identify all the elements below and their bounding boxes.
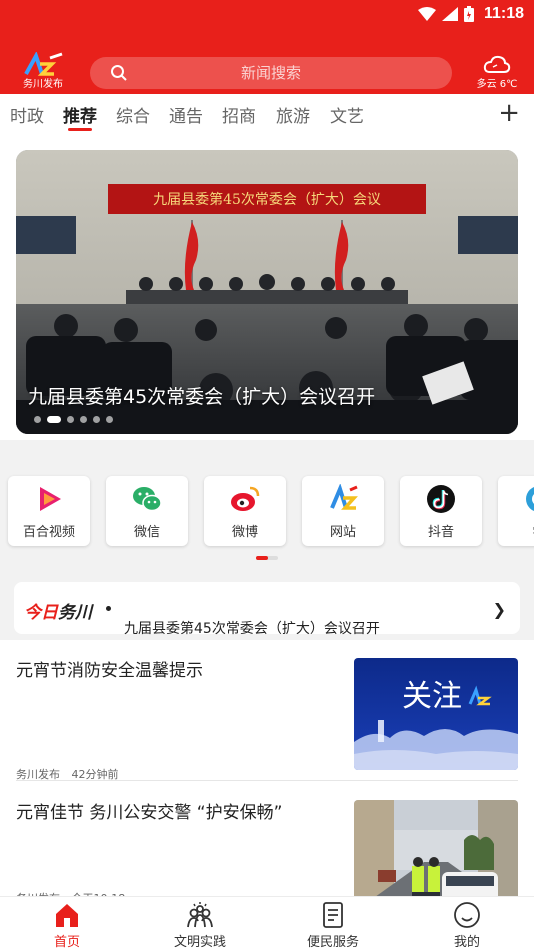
profile-icon: [454, 902, 480, 928]
shortcut-label: 百合视频: [22, 525, 75, 540]
shortcut-label: 抖音: [427, 525, 454, 540]
tab-notice[interactable]: 通告: [169, 102, 203, 127]
shortcut-douyin[interactable]: 抖音: [400, 476, 482, 546]
study-icon: [526, 487, 534, 511]
shortcut-lily-video[interactable]: 百合视频: [8, 476, 90, 546]
service-icon: [323, 902, 343, 928]
app-logo[interactable]: 务川发布: [20, 51, 66, 92]
news-title: 元宵节消防安全温馨提示: [16, 661, 203, 681]
battery-icon: [463, 6, 474, 22]
status-bar: 11:18: [417, 4, 524, 24]
signal-icon: [441, 7, 458, 21]
carousel-dot[interactable]: [80, 416, 87, 423]
wifi-icon: [417, 7, 436, 21]
nav-label: 首页: [53, 935, 80, 950]
tab-politics[interactable]: 时政: [10, 102, 44, 127]
bottom-nav: 首页 文明实践 便民服务 我的: [0, 896, 534, 950]
carousel-dot[interactable]: [106, 416, 113, 423]
carousel-dot[interactable]: [93, 416, 100, 423]
chevron-right-icon[interactable]: ❯: [493, 600, 506, 619]
news-item[interactable]: 元宵佳节 务川公安交警 “护安保畅” 务川发布 今天10:18: [16, 798, 518, 912]
news-thumbnail-image: 关注: [354, 658, 518, 770]
today-logo: 今日务川: [24, 598, 92, 623]
banner-section: 九届县委第45次常委会（扩大）会议 九届县委第45次常委会（扩大）会议召开: [0, 136, 534, 440]
shortcut-website[interactable]: 网站: [302, 476, 384, 546]
website-icon: [330, 484, 358, 510]
weibo-icon: [231, 486, 260, 511]
news-thumbnail: 关注: [354, 658, 518, 770]
bullet-dot: [106, 606, 111, 611]
tab-general[interactable]: 综合: [116, 102, 150, 127]
search-placeholder: 新闻搜索: [240, 64, 301, 82]
shortcut-weibo[interactable]: 微博: [204, 476, 286, 546]
search-bar[interactable]: 新闻搜索: [90, 57, 452, 89]
thumbnail-text: 关注: [402, 679, 462, 714]
shortcut-wechat[interactable]: 微信: [106, 476, 188, 546]
nav-civilization[interactable]: 文明实践: [133, 897, 267, 950]
shortcut-page-indicator: [256, 556, 278, 560]
tab-culture[interactable]: 文艺: [330, 102, 364, 127]
douyin-icon: [427, 485, 455, 513]
news-item[interactable]: 元宵节消防安全温馨提示 务川发布 42分钟前 关注: [16, 656, 518, 781]
nav-label: 我的: [453, 935, 480, 950]
cloud-icon: [483, 55, 511, 73]
category-tabs: 时政 推荐 综合 通告 招商 旅游 文艺 +: [0, 94, 534, 136]
news-divider: [16, 780, 518, 781]
today-logo-black: 务川: [58, 603, 92, 623]
tab-tourism[interactable]: 旅游: [276, 102, 310, 127]
app-screen: 11:18 务川发布 新闻搜索 多云 6℃ 时政 推荐 综合 通告 招商 旅游 …: [0, 0, 534, 950]
civilization-icon: [187, 902, 213, 928]
carousel-dot[interactable]: [67, 416, 74, 423]
carousel-dots: [34, 416, 113, 423]
banner-caption: 九届县委第45次常委会（扩大）会议召开: [28, 386, 376, 408]
status-time: 11:18: [483, 5, 524, 22]
nav-label: 便民服务: [306, 935, 359, 950]
home-icon: [56, 904, 78, 927]
today-headline: 九届县委第45次常委会（扩大）会议召开: [124, 621, 380, 637]
shortcut-label: 学: [498, 521, 534, 540]
weather-text: 多云 6℃: [476, 79, 518, 90]
active-tab-indicator: [68, 128, 92, 131]
news-list: 元宵节消防安全温馨提示 务川发布 42分钟前 关注 元宵佳节 务川公安交警 “护…: [0, 640, 534, 912]
today-headline-bar[interactable]: 今日务川 九届县委第45次常委会（扩大）会议召开 ❯: [14, 582, 520, 637]
add-tab-button[interactable]: +: [498, 100, 520, 126]
shortcut-label: 微博: [231, 525, 258, 540]
nav-label: 文明实践: [173, 935, 226, 950]
shortcut-bar: 百合视频 微信 微博 网站 抖音: [0, 440, 534, 570]
today-logo-red: 今日: [24, 603, 58, 623]
nav-service[interactable]: 便民服务: [266, 897, 400, 950]
weather-widget[interactable]: 多云 6℃: [474, 54, 520, 92]
app-header: 11:18 务川发布 新闻搜索 多云 6℃: [0, 0, 534, 94]
carousel-dot-active[interactable]: [47, 416, 61, 423]
tab-investment[interactable]: 招商: [222, 102, 256, 127]
wechat-icon: [133, 487, 162, 512]
nav-home[interactable]: 首页: [0, 897, 134, 950]
shortcut-label: 微信: [133, 525, 160, 540]
nav-profile[interactable]: 我的: [400, 897, 534, 950]
app-logo-text: 务川发布: [23, 79, 63, 90]
banner-carousel[interactable]: 九届县委第45次常委会（扩大）会议 九届县委第45次常委会（扩大）会议召开: [16, 150, 518, 434]
shortcut-study[interactable]: 学: [498, 476, 534, 546]
tab-recommend[interactable]: 推荐: [63, 102, 97, 127]
play-icon: [40, 487, 61, 511]
banner-sign-text: 九届县委第45次常委会（扩大）会议: [153, 191, 381, 208]
shortcut-label: 网站: [329, 525, 356, 540]
news-title: 元宵佳节 务川公安交警 “护安保畅”: [16, 803, 283, 823]
carousel-dot[interactable]: [34, 416, 41, 423]
